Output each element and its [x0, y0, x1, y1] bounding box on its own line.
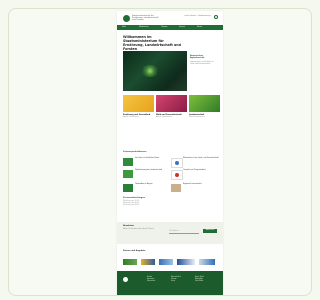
sidebar-teaser-title: Bayerischer Agrarbericht — [190, 55, 205, 60]
topic-link-label: Klimaschutz in der Land- und Forstwirtsc… — [183, 158, 219, 159]
teaser-card-title: Landwirtschaft — [189, 114, 205, 116]
nav-item-press[interactable]: Presse — [197, 26, 202, 29]
topics-section-title: Schwerpunktthemen — [123, 151, 147, 153]
topic-thumbnail — [123, 184, 133, 192]
teaser-card-image — [189, 95, 220, 112]
topic-link[interactable]: Ökolandbau in Bayern — [123, 184, 173, 196]
teaser-card[interactable]: Ernährung und Gesundheit Aktuelle Inform… — [123, 95, 154, 119]
nav-item-service[interactable]: Service — [179, 26, 185, 29]
search-icon[interactable] — [214, 15, 218, 19]
topic-thumbnail — [123, 158, 133, 166]
news-list: Mitteilung vom 12.05. Mitteilung vom 10.… — [123, 201, 163, 208]
utility-links[interactable]: Leichte Sprache · Gebärdensprache — [184, 16, 211, 17]
newsletter-box: Newsletter Bleiben Sie informiert über a… — [117, 222, 223, 244]
footer-column: Barrierefreiheit Sitemap Presse — [171, 277, 193, 284]
teaser-card-desc: Aktuelle Informationen — [189, 117, 205, 119]
nav-item-start[interactable]: Start — [122, 26, 126, 29]
topic-thumbnail — [171, 158, 183, 168]
partners-title: Partner und Angebote — [123, 250, 146, 252]
partner-logo[interactable] — [199, 259, 215, 265]
topic-link[interactable]: Digitalisierung der Landwirtschaft — [123, 170, 173, 182]
screenshot-frame: Staatsministerium für Ernährung, Landwir… — [8, 8, 312, 296]
nav-item-topics[interactable]: Themen — [161, 26, 168, 29]
teaser-card-desc: Aktuelle Informationen — [123, 117, 139, 119]
topic-thumbnail — [171, 170, 183, 180]
hero-image[interactable] — [123, 51, 187, 91]
partner-logo[interactable] — [159, 259, 173, 265]
news-item[interactable]: Mitteilung vom 08.05. — [123, 205, 163, 207]
topic-link-label: Digitalisierung der Landwirtschaft — [135, 170, 162, 171]
topic-thumbnail — [123, 170, 133, 178]
sidebar-teaser[interactable]: Bayerischer Agrarbericht Informationen u… — [190, 55, 218, 66]
topic-link[interactable]: Tierwohl und Tiergesundheit — [171, 170, 221, 182]
page-title: Willkommen im Staatsministerium für Ernä… — [123, 35, 181, 51]
topic-link[interactable]: Gut leben im ländlichen Raum — [123, 158, 173, 170]
site-footer: Kontakt Impressum Datenschutz Barrierefr… — [117, 271, 223, 295]
hero-glow — [141, 65, 159, 77]
topic-link[interactable]: Regionale Lebensmittel — [171, 184, 221, 196]
partner-logo[interactable] — [123, 259, 137, 265]
state-logo-icon[interactable] — [123, 15, 130, 22]
footer-column: Bayern Portal BayernAtlas Social Media — [195, 277, 217, 284]
ministry-brand[interactable]: Staatsministerium für Ernährung, Landwir… — [132, 15, 160, 21]
topic-link-label: Gut leben im ländlichen Raum — [135, 158, 160, 159]
partner-logo[interactable] — [141, 259, 155, 265]
main-navigation: Start Ministerium Themen Service Presse — [117, 25, 223, 30]
topic-link[interactable]: Klimaschutz in der Land- und Forstwirtsc… — [171, 158, 221, 170]
footer-link[interactable]: Presse — [171, 281, 193, 283]
topic-link-label: Tierwohl und Tiergesundheit — [183, 170, 206, 171]
teaser-card-title: Wald und Forstwirtschaft — [156, 114, 182, 116]
teaser-card[interactable]: Wald und Forstwirtschaft Aktuelle Inform… — [156, 95, 187, 119]
teaser-card-title: Ernährung und Gesundheit — [123, 114, 151, 116]
footer-link[interactable]: Datenschutz — [147, 281, 169, 283]
footer-link[interactable]: Social Media — [195, 281, 217, 283]
footer-column: Kontakt Impressum Datenschutz — [147, 277, 169, 284]
newsletter-subscribe-button[interactable]: Abonnieren — [203, 229, 217, 233]
site-header: Staatsministerium für Ernährung, Landwir… — [117, 11, 223, 25]
nav-item-ministry[interactable]: Ministerium — [139, 26, 148, 29]
topic-link-label: Ökolandbau in Bayern — [135, 184, 153, 185]
newsletter-email-input[interactable]: E-Mail-Adresse — [169, 230, 199, 234]
topic-link-label: Regionale Lebensmittel — [183, 184, 202, 185]
teaser-card-image — [123, 95, 154, 112]
sidebar-teaser-text: Informationen und Zahlen zur Land- und F… — [190, 61, 214, 66]
newsletter-title: Newsletter — [123, 225, 135, 227]
newsletter-text: Bleiben Sie informiert über aktuelle The… — [123, 229, 155, 230]
website-page: Staatsministerium für Ernährung, Landwir… — [117, 11, 223, 295]
topic-thumbnail — [171, 184, 181, 192]
footer-logo-icon — [123, 277, 128, 282]
partner-logo[interactable] — [177, 259, 195, 265]
teaser-card-desc: Aktuelle Informationen — [156, 117, 172, 119]
teaser-card-image — [156, 95, 187, 112]
teaser-card[interactable]: Landwirtschaft Aktuelle Informationen — [189, 95, 220, 119]
news-section-title: Pressemitteilungen — [123, 197, 146, 199]
